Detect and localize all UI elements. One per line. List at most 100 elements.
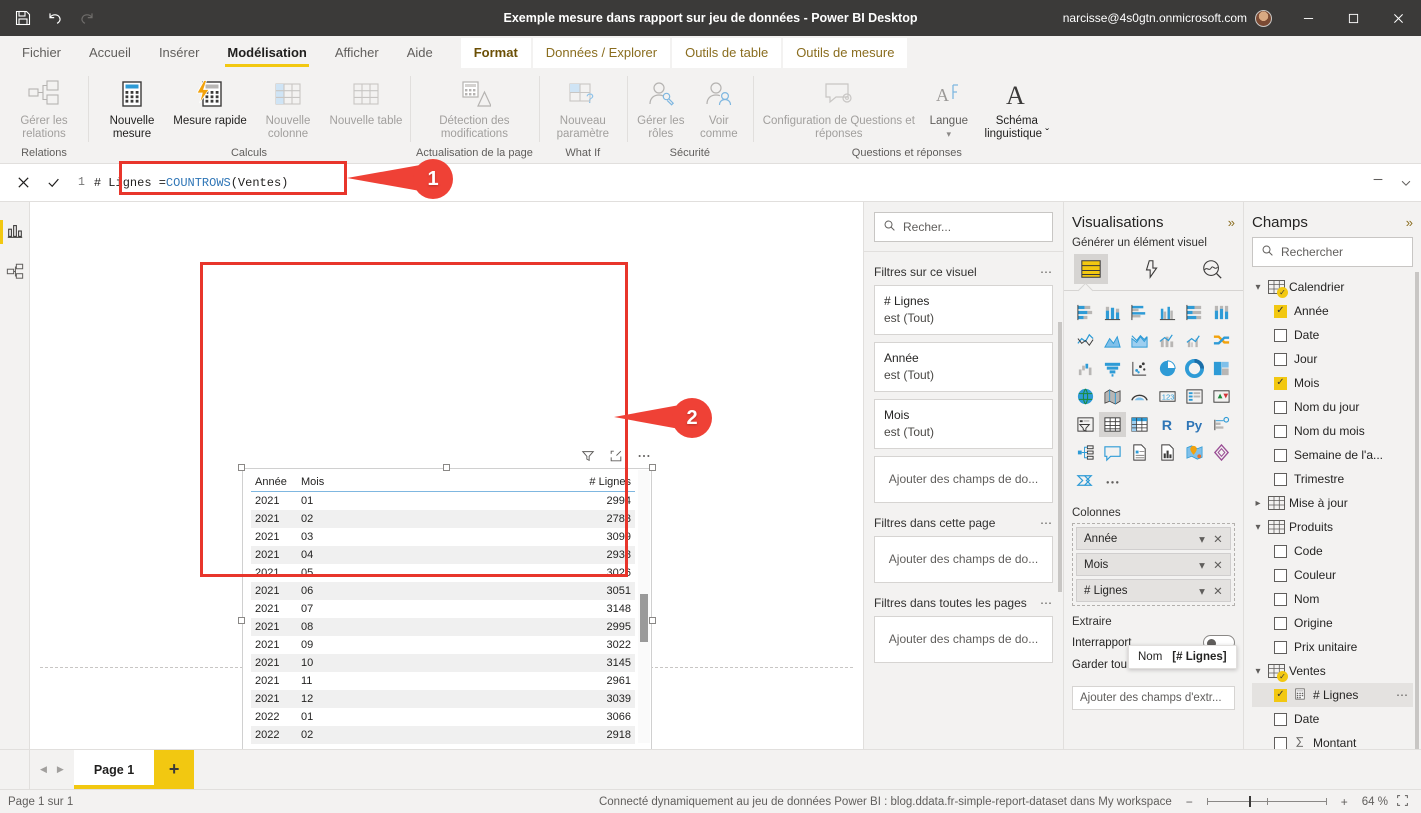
field-checkbox[interactable] bbox=[1274, 568, 1287, 582]
formula-chevron-down-icon[interactable] bbox=[1391, 170, 1421, 196]
add-page-button[interactable]: + bbox=[154, 750, 195, 789]
filters-page-more-icon[interactable]: ⋯ bbox=[1040, 516, 1053, 530]
avatar[interactable] bbox=[1255, 9, 1272, 27]
filters-pane-scrollbar[interactable] bbox=[1058, 322, 1062, 592]
field-checkbox[interactable] bbox=[1274, 640, 1287, 654]
field-checkbox[interactable] bbox=[1274, 712, 1287, 726]
column-header-annee[interactable]: Année bbox=[251, 475, 297, 492]
field-row-semaine[interactable]: Semaine de l'a... bbox=[1252, 443, 1413, 467]
close-button[interactable] bbox=[1376, 0, 1421, 36]
field-row-trimestre[interactable]: Trimestre bbox=[1252, 467, 1413, 491]
more-options-icon[interactable] bbox=[636, 448, 652, 464]
remove-field-icon[interactable]: ✕ bbox=[1210, 558, 1226, 572]
chevron-down-icon[interactable]: ▾ bbox=[1252, 666, 1264, 677]
field-row-code[interactable]: Code bbox=[1252, 539, 1413, 563]
minimize-button[interactable] bbox=[1286, 0, 1331, 36]
table-row[interactable]: 2021 05 3026 bbox=[251, 564, 635, 582]
scrollbar-thumb[interactable] bbox=[640, 594, 648, 642]
focus-mode-icon[interactable] bbox=[608, 448, 624, 464]
chevron-down-icon[interactable]: ▾ bbox=[1194, 584, 1210, 598]
key-influencers-icon[interactable] bbox=[1209, 412, 1235, 437]
field-checkbox[interactable] bbox=[1274, 616, 1287, 630]
kpi-icon[interactable] bbox=[1209, 384, 1235, 409]
manage-relationships-button[interactable]: Gérer les relations bbox=[6, 74, 82, 143]
table-row[interactable]: 2021 07 3148 bbox=[251, 600, 635, 618]
ribbon-tab-modelisation[interactable]: Modélisation bbox=[213, 38, 320, 68]
paginated-report-icon[interactable] bbox=[1154, 440, 1180, 465]
python-visual-icon[interactable]: Py bbox=[1181, 412, 1207, 437]
card-icon[interactable]: 123 bbox=[1154, 384, 1180, 409]
contextual-tab-format[interactable]: Format bbox=[460, 38, 531, 68]
ribbon-chart-icon[interactable] bbox=[1209, 328, 1235, 353]
table-icon[interactable] bbox=[1099, 412, 1126, 437]
chevron-down-icon[interactable]: ▾ bbox=[1194, 532, 1210, 546]
table-visual[interactable]: Année Mois # Lignes 2021 01 2994 2021 02 2783… bbox=[238, 450, 656, 749]
column-header-mois[interactable]: Mois bbox=[297, 475, 339, 492]
zoom-slider[interactable] bbox=[1206, 796, 1327, 807]
remove-field-icon[interactable]: ✕ bbox=[1210, 584, 1226, 598]
ribbon-tab-afficher[interactable]: Afficher bbox=[321, 38, 393, 68]
map-icon[interactable] bbox=[1072, 384, 1098, 409]
resize-handle-t[interactable] bbox=[443, 464, 450, 471]
account-email[interactable]: narcisse@4s0gtn.onmicrosoft.com bbox=[1063, 11, 1255, 25]
add-drillthrough-dropzone[interactable]: Ajouter des champs d'extr... bbox=[1072, 686, 1235, 710]
undo-icon[interactable] bbox=[46, 9, 64, 27]
new-measure-button[interactable]: Nouvelle mesure bbox=[94, 74, 170, 143]
sidebar-item-model-view[interactable] bbox=[0, 252, 29, 292]
ribbon-tab-aide[interactable]: Aide bbox=[393, 38, 447, 68]
stacked-bar-chart-icon[interactable] bbox=[1072, 300, 1098, 325]
field-row-prix-unitaire[interactable]: Prix unitaire bbox=[1252, 635, 1413, 659]
more-visuals-icon[interactable] bbox=[1099, 468, 1125, 493]
smart-narrative-icon[interactable] bbox=[1127, 440, 1153, 465]
field-row-origine[interactable]: Origine bbox=[1252, 611, 1413, 635]
analytics-icon[interactable] bbox=[1195, 254, 1229, 284]
new-table-button[interactable]: Nouvelle table bbox=[328, 74, 404, 130]
qna-setup-button[interactable]: Configuration de Questions et réponses bbox=[759, 74, 919, 143]
line-chart-icon[interactable] bbox=[1072, 328, 1098, 353]
fields-table-produits[interactable]: ▾ Produits bbox=[1252, 515, 1413, 539]
build-visual-icon[interactable] bbox=[1074, 254, 1108, 284]
table-row[interactable]: 2021 04 2938 bbox=[251, 546, 635, 564]
language-chevron-down-icon[interactable]: ▾ bbox=[947, 130, 952, 139]
chevron-right-icon[interactable]: ▸ bbox=[1252, 498, 1264, 509]
resize-handle-tl[interactable] bbox=[238, 464, 245, 471]
ribbon-tab-fichier[interactable]: Fichier bbox=[8, 38, 75, 68]
filter-card-annee[interactable]: Année est (Tout) bbox=[874, 342, 1053, 392]
chevron-down-icon[interactable]: ▾ bbox=[1194, 558, 1210, 572]
resize-handle-tr[interactable] bbox=[649, 464, 656, 471]
field-row-nom-du-jour[interactable]: Nom du jour bbox=[1252, 395, 1413, 419]
field-row-mois[interactable]: ✓ Mois bbox=[1252, 371, 1413, 395]
clustered-bar-chart-icon[interactable] bbox=[1127, 300, 1153, 325]
report-canvas[interactable]: Année Mois # Lignes 2021 01 2994 2021 02 2783… bbox=[30, 202, 863, 749]
well-item-mois[interactable]: Mois ▾ ✕ bbox=[1076, 553, 1231, 576]
clustered-column-chart-icon[interactable] bbox=[1154, 300, 1180, 325]
view-as-button[interactable]: Voir comme bbox=[691, 74, 747, 143]
azure-map-icon[interactable] bbox=[1181, 440, 1207, 465]
field-row-annee[interactable]: ✓ Année bbox=[1252, 299, 1413, 323]
stacked-column-chart-icon[interactable] bbox=[1099, 300, 1125, 325]
well-item-lignes[interactable]: # Lignes ▾ ✕ bbox=[1076, 579, 1231, 602]
power-automate-icon[interactable] bbox=[1072, 468, 1098, 493]
chevron-left-icon[interactable]: ◀ bbox=[40, 764, 47, 775]
field-checkbox[interactable] bbox=[1274, 472, 1287, 486]
field-row-couleur[interactable]: Couleur bbox=[1252, 563, 1413, 587]
table-row[interactable]: 2021 01 2994 bbox=[251, 492, 635, 511]
stacked-area-chart-icon[interactable] bbox=[1127, 328, 1153, 353]
field-checkbox[interactable]: ✓ bbox=[1274, 688, 1287, 702]
language-button[interactable]: A Langue ▾ bbox=[921, 74, 977, 139]
quick-measure-button[interactable]: Mesure rapide bbox=[172, 74, 248, 130]
filter-icon[interactable] bbox=[580, 448, 596, 464]
filter-card-mois[interactable]: Mois est (Tout) bbox=[874, 399, 1053, 449]
waterfall-chart-icon[interactable] bbox=[1072, 356, 1098, 381]
page-tab-page1[interactable]: Page 1 bbox=[73, 750, 155, 789]
save-icon[interactable] bbox=[14, 9, 32, 27]
field-row-nom[interactable]: Nom bbox=[1252, 587, 1413, 611]
field-checkbox[interactable] bbox=[1274, 448, 1287, 462]
field-checkbox[interactable] bbox=[1274, 400, 1287, 414]
accept-icon[interactable] bbox=[38, 169, 68, 197]
fields-table-mise-a-jour[interactable]: ▸ Mise à jour bbox=[1252, 491, 1413, 515]
filters-search-input[interactable]: Recher... bbox=[874, 212, 1053, 242]
table-row[interactable]: 2022 01 3066 bbox=[251, 708, 635, 726]
field-checkbox[interactable] bbox=[1274, 328, 1287, 342]
chevron-double-right-icon[interactable]: » bbox=[1228, 215, 1235, 230]
